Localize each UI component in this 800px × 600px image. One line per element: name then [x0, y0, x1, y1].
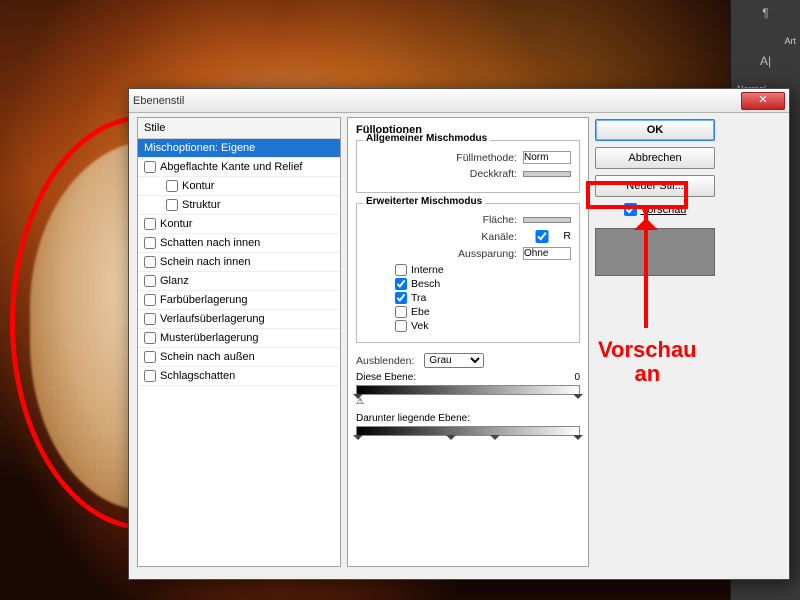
style-item[interactable]: Farbüberlagerung: [138, 291, 340, 310]
styles-list: Stile Mischoptionen: Eigene Abgeflachte K…: [137, 117, 341, 567]
this-layer-slider[interactable]: [356, 385, 580, 395]
style-label: Musterüberlagerung: [160, 332, 258, 344]
fillmethod-select[interactable]: [523, 151, 571, 164]
style-label: Schein nach außen: [160, 351, 255, 363]
blendif-select[interactable]: Grau: [424, 353, 484, 368]
extended-blend-legend: Erweiterter Mischmodus: [363, 196, 485, 207]
dialog-titlebar[interactable]: Ebenenstil ✕: [129, 89, 789, 113]
blend-option-check[interactable]: [395, 306, 407, 318]
blend-option-label: Tra: [411, 292, 426, 304]
blend-option-check[interactable]: [395, 278, 407, 290]
fill-options-panel: Fülloptionen Allgemeiner Mischmodus Füll…: [347, 117, 589, 567]
style-checkbox[interactable]: [144, 351, 156, 363]
channels-label: Kanäle:: [365, 231, 523, 243]
style-item[interactable]: Glanz: [138, 272, 340, 291]
blend-option-label: Interne: [411, 264, 444, 276]
red-rect-annotation: [586, 181, 688, 209]
style-item[interactable]: Kontur: [138, 215, 340, 234]
knockout-select[interactable]: [523, 247, 571, 260]
this-layer-val: 0: [574, 372, 580, 383]
style-checkbox[interactable]: [144, 332, 156, 344]
channel-r-check[interactable]: [523, 230, 561, 243]
blend-option[interactable]: Interne: [395, 264, 571, 276]
layer-style-dialog: Ebenenstil ✕ Stile Mischoptionen: Eigene…: [128, 88, 790, 580]
style-checkbox[interactable]: [166, 199, 178, 211]
knockout-label: Aussparung:: [365, 248, 523, 260]
style-item[interactable]: Schein nach innen: [138, 253, 340, 272]
style-item[interactable]: Struktur: [138, 196, 340, 215]
style-checkbox[interactable]: [144, 275, 156, 287]
extended-blend-group: Erweiterter Mischmodus Fläche: Kanäle:R …: [356, 203, 580, 343]
general-blend-group: Allgemeiner Mischmodus Füllmethode: Deck…: [356, 140, 580, 193]
style-label: Schlagschatten: [160, 370, 235, 382]
art-label: Art: [731, 34, 800, 48]
red-arrow-annotation: [644, 208, 648, 328]
glyph-icon[interactable]: ¶: [755, 6, 777, 28]
blend-option-check[interactable]: [395, 264, 407, 276]
style-checkbox[interactable]: [144, 313, 156, 325]
opacity-label: Deckkraft:: [365, 168, 523, 180]
dialog-title: Ebenenstil: [133, 95, 184, 107]
blend-option[interactable]: Vek: [395, 320, 571, 332]
style-label: Schatten nach innen: [160, 237, 260, 249]
style-item[interactable]: Musterüberlagerung: [138, 329, 340, 348]
blend-option[interactable]: Ebe: [395, 306, 571, 318]
align-icon[interactable]: A|: [755, 54, 777, 76]
styles-header: Stile: [138, 118, 340, 139]
style-item[interactable]: Abgeflachte Kante und Relief: [138, 158, 340, 177]
style-checkbox[interactable]: [144, 370, 156, 382]
style-item[interactable]: Verlaufsüberlagerung: [138, 310, 340, 329]
blend-option-label: Besch: [411, 278, 440, 290]
cancel-button[interactable]: Abbrechen: [595, 147, 715, 169]
blend-option-check[interactable]: [395, 320, 407, 332]
close-button[interactable]: ✕: [741, 92, 785, 110]
blend-option[interactable]: Besch: [395, 278, 571, 290]
style-label: Schein nach innen: [160, 256, 251, 268]
style-item[interactable]: Mischoptionen: Eigene: [138, 139, 340, 158]
blendif-label: Ausblenden:: [356, 355, 420, 367]
style-label: Verlaufsüberlagerung: [160, 313, 265, 325]
opacity-slider[interactable]: [523, 171, 571, 177]
style-checkbox[interactable]: [144, 237, 156, 249]
style-checkbox[interactable]: [144, 161, 156, 173]
under-layer-slider[interactable]: [356, 426, 580, 436]
style-item[interactable]: Schein nach außen: [138, 348, 340, 367]
preview-swatch: [595, 228, 715, 276]
ok-button[interactable]: OK: [595, 119, 715, 141]
style-label: Struktur: [182, 199, 221, 211]
under-layer-label: Darunter liegende Ebene:: [356, 413, 470, 424]
fillmethod-label: Füllmethode:: [365, 152, 523, 164]
fill-opacity-slider[interactable]: [523, 217, 571, 223]
this-layer-label: Diese Ebene:: [356, 372, 416, 383]
channel-r-label: R: [563, 230, 571, 243]
general-blend-legend: Allgemeiner Mischmodus: [363, 133, 490, 144]
style-label: Kontur: [160, 218, 192, 230]
style-label: Kontur: [182, 180, 214, 192]
blend-option-label: Vek: [411, 320, 429, 332]
area-label: Fläche:: [365, 214, 523, 226]
style-label: Mischoptionen: Eigene: [144, 142, 255, 154]
style-item[interactable]: Schlagschatten: [138, 367, 340, 386]
style-label: Glanz: [160, 275, 189, 287]
blend-option-label: Ebe: [411, 306, 430, 318]
blend-option[interactable]: Tra: [395, 292, 571, 304]
blend-option-check[interactable]: [395, 292, 407, 304]
style-label: Farbüberlagerung: [160, 294, 247, 306]
style-checkbox[interactable]: [166, 180, 178, 192]
style-checkbox[interactable]: [144, 218, 156, 230]
style-item[interactable]: Kontur: [138, 177, 340, 196]
style-checkbox[interactable]: [144, 294, 156, 306]
style-label: Abgeflachte Kante und Relief: [160, 161, 303, 173]
style-item[interactable]: Schatten nach innen: [138, 234, 340, 253]
annotation-text: Vorschauan: [598, 338, 697, 386]
style-checkbox[interactable]: [144, 256, 156, 268]
